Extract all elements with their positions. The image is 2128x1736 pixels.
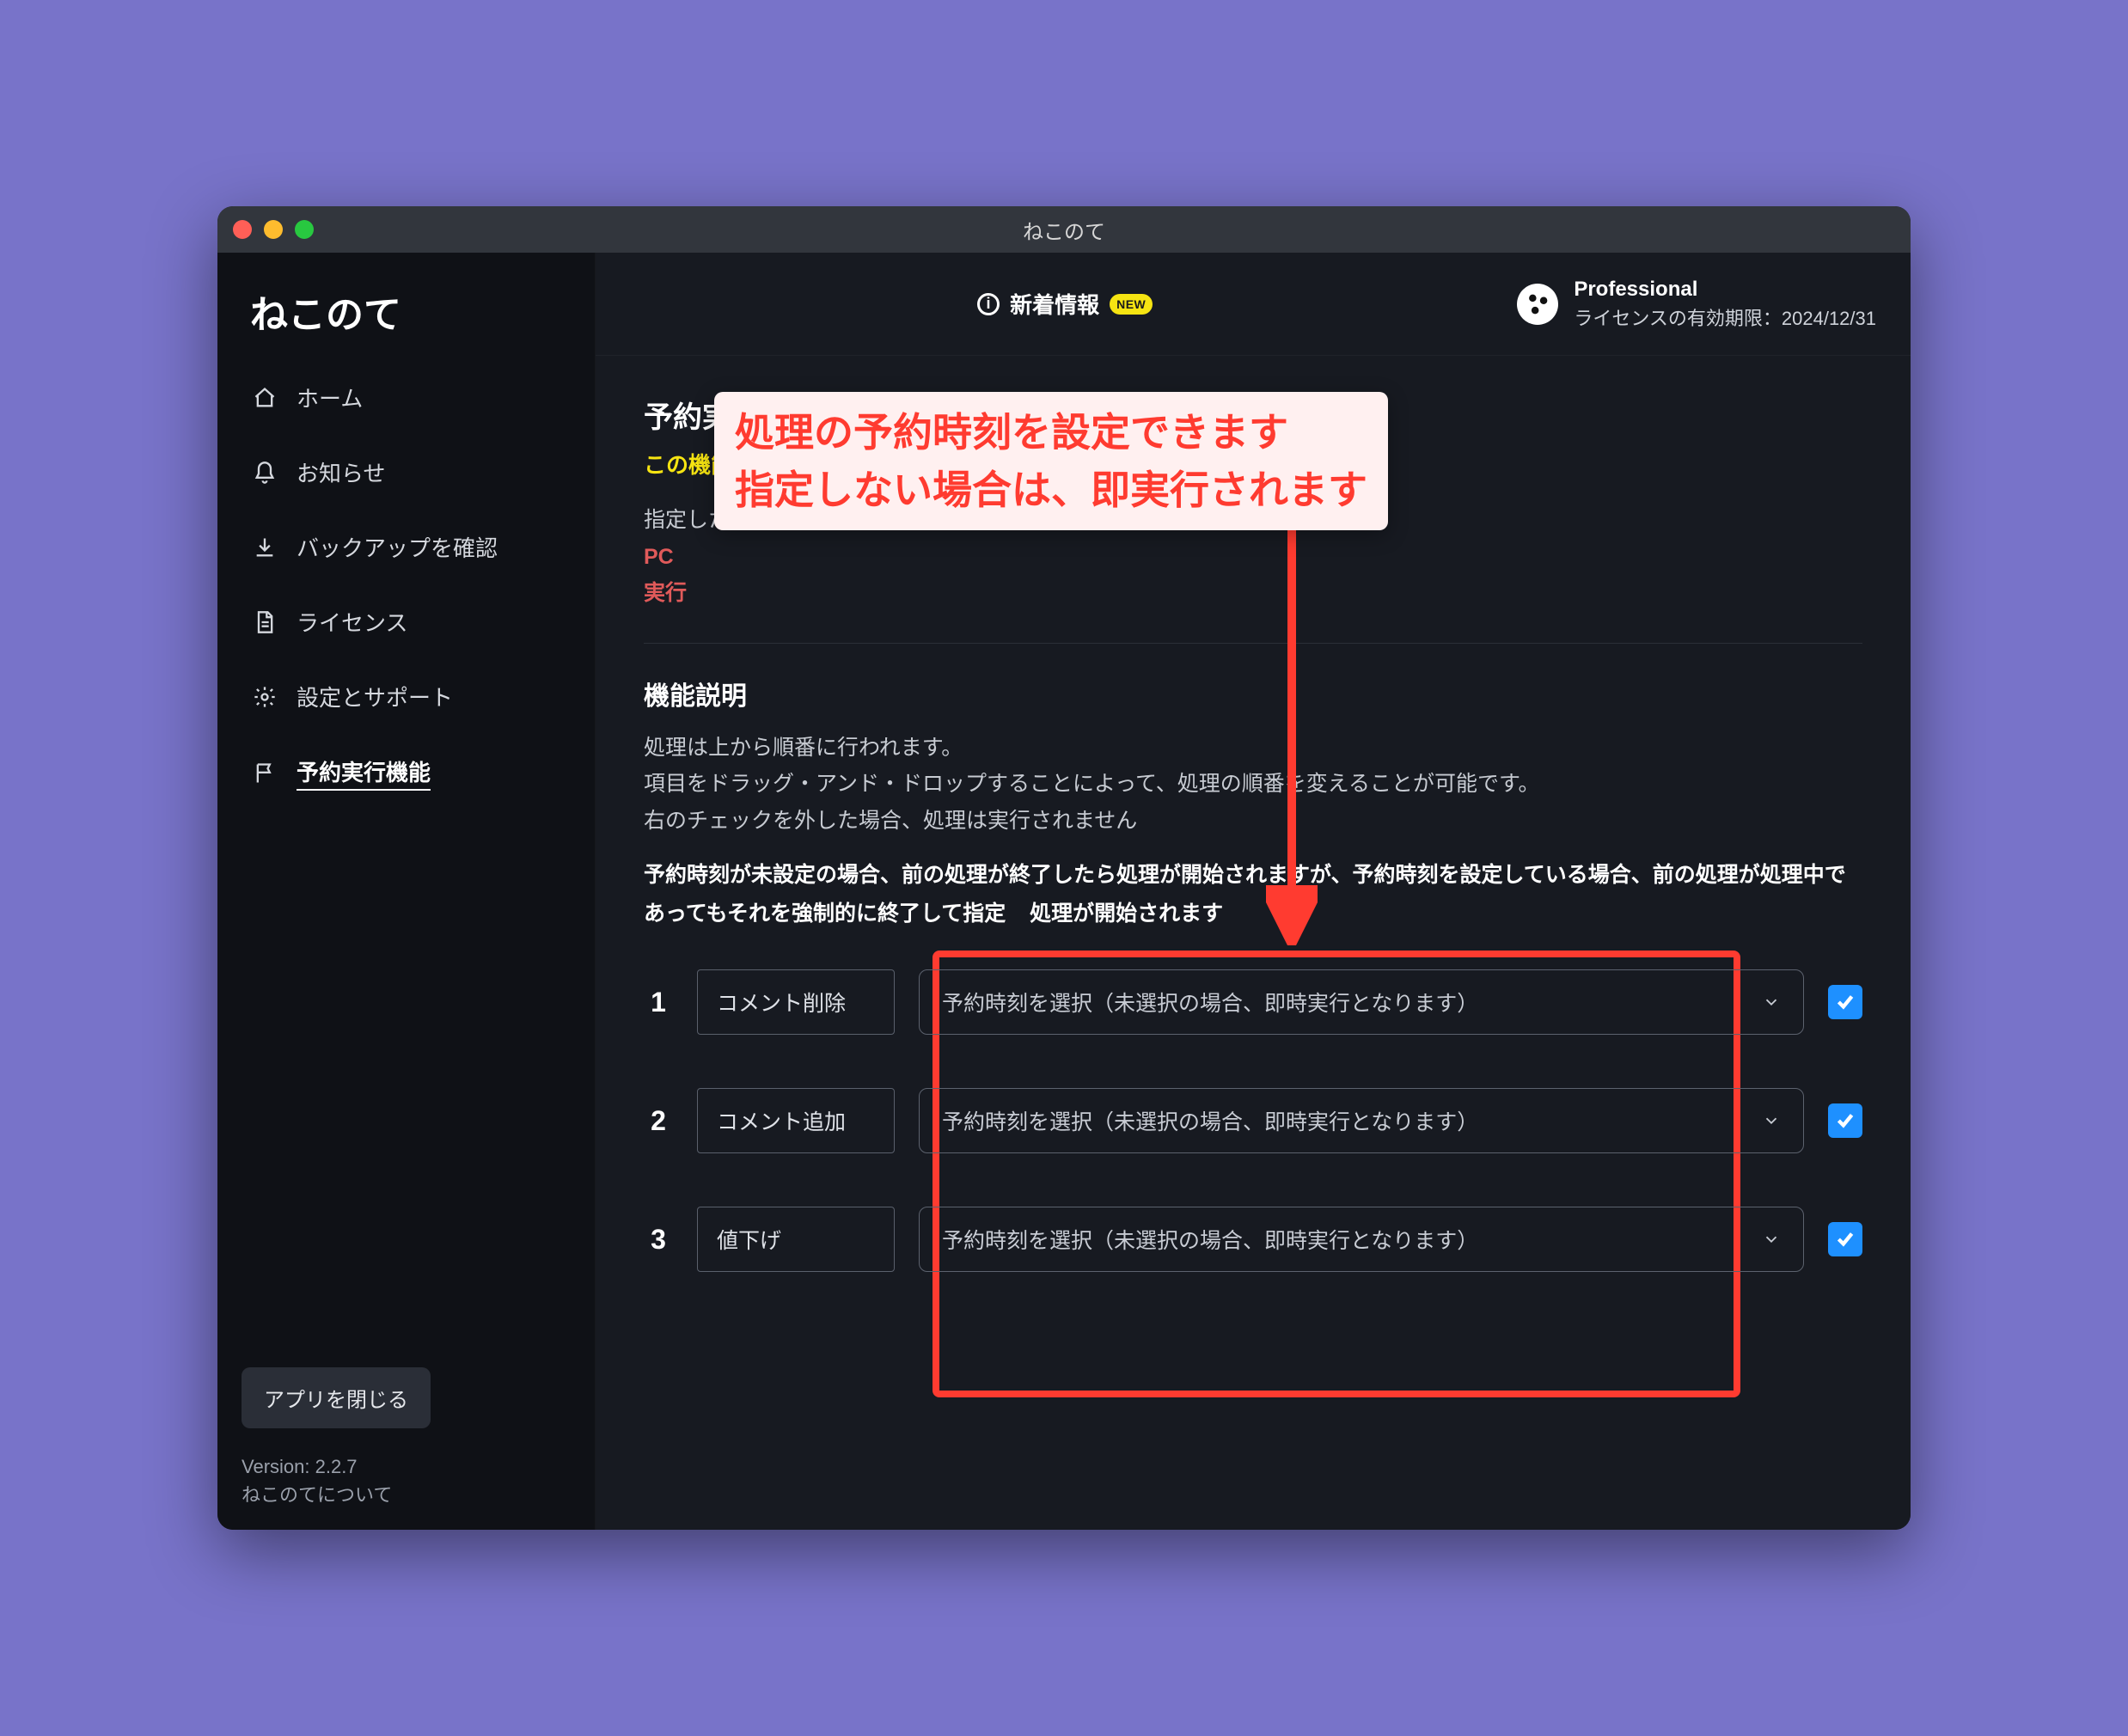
sidebar-item-home[interactable]: ホーム xyxy=(242,373,571,422)
enable-checkbox[interactable] xyxy=(1828,1103,1862,1138)
app-window: ねこのて ねこのて ホーム お知らせ xyxy=(217,206,1911,1530)
topbar: i 新着情報 NEW Professional ライセンスの有効期限：2024/… xyxy=(596,253,1911,356)
sidebar-item-label: バックアップを確認 xyxy=(297,531,498,563)
sidebar: ねこのて ホーム お知らせ xyxy=(217,253,596,1530)
check-icon xyxy=(1834,1228,1856,1250)
desc-title: 機能説明 xyxy=(644,675,1862,712)
chevron-down-icon xyxy=(1762,993,1781,1012)
desc-line3: 右のチェックを外した場合、処理は実行されません xyxy=(644,803,1862,840)
annotation-callout: 処理の予約時刻を設定できます 指定しない場合は、即実行されます xyxy=(714,392,1388,530)
task-label: コメント追加 xyxy=(717,1105,846,1136)
schedule-time-select[interactable]: 予約時刻を選択（未選択の場合、即時実行となります） xyxy=(919,969,1804,1035)
check-icon xyxy=(1834,1109,1856,1132)
license-expiry: ライセンスの有効期限：2024/12/31 xyxy=(1574,305,1876,333)
select-placeholder: 予約時刻を選択（未選択の場合、即時実行となります） xyxy=(942,1105,1478,1136)
sidebar-nav: ホーム お知らせ バックアップを確認 xyxy=(242,373,571,799)
desc-line2: 項目をドラッグ・アンド・ドロップすることによって、処理の順番を変えることが可能で… xyxy=(644,766,1862,803)
avatar-icon xyxy=(1517,284,1558,325)
desc-bold-tail: 処理が開始されます xyxy=(1030,902,1223,926)
document-icon xyxy=(252,609,278,635)
app-logo-text: ねこのて xyxy=(250,284,562,339)
info-icon: i xyxy=(977,293,1000,315)
row-number: 2 xyxy=(644,1105,673,1137)
window-titlebar: ねこのて xyxy=(217,206,1911,253)
news-button[interactable]: i 新着情報 NEW xyxy=(630,288,1500,320)
gear-icon xyxy=(252,684,278,710)
sidebar-item-label: ホーム xyxy=(297,382,363,413)
about-link[interactable]: ねこのてについて xyxy=(242,1481,571,1509)
home-icon xyxy=(252,385,278,411)
pc-warning-line: PC xyxy=(644,539,1862,576)
flag-icon xyxy=(252,761,278,786)
select-placeholder: 予約時刻を選択（未選択の場合、即時実行となります） xyxy=(942,1224,1478,1255)
sidebar-item-settings[interactable]: 設定とサポート xyxy=(242,672,571,721)
new-badge: NEW xyxy=(1110,294,1153,315)
sidebar-item-label: 設定とサポート xyxy=(297,681,453,712)
task-rows: 1 コメント削除 予約時刻を選択（未選択の場合、即時実行となります） xyxy=(644,969,1862,1272)
sidebar-item-label: ライセンス xyxy=(297,606,407,638)
check-icon xyxy=(1834,991,1856,1013)
sidebar-item-scheduler[interactable]: 予約実行機能 xyxy=(242,747,571,799)
task-row[interactable]: 2 コメント追加 予約時刻を選択（未選択の場合、即時実行となります） xyxy=(644,1088,1862,1153)
window-body: ねこのて ホーム お知らせ xyxy=(217,253,1911,1530)
main-area: i 新着情報 NEW Professional ライセンスの有効期限：2024/… xyxy=(596,253,1911,1530)
close-app-button[interactable]: アプリを閉じる xyxy=(242,1367,431,1428)
task-row[interactable]: 3 値下げ 予約時刻を選択（未選択の場合、即時実行となります） xyxy=(644,1207,1862,1272)
row-number: 1 xyxy=(644,987,673,1018)
chevron-down-icon xyxy=(1762,1230,1781,1249)
window-title: ねこのて xyxy=(217,215,1911,245)
download-icon xyxy=(252,535,278,560)
exec-warning-line: 実行 xyxy=(644,575,1862,612)
content-scroll[interactable]: 予約実行機能 この機能 処理の予約時刻を設定できます 指定しない場合は、即実行さ… xyxy=(596,356,1911,1530)
row-number: 3 xyxy=(644,1224,673,1256)
enable-checkbox[interactable] xyxy=(1828,985,1862,1019)
task-label: 値下げ xyxy=(717,1224,781,1255)
annotation-line1: 処理の予約時刻を設定できます xyxy=(735,404,1367,462)
news-label: 新着情報 xyxy=(1010,288,1099,320)
schedule-time-select[interactable]: 予約時刻を選択（未選択の場合、即時実行となります） xyxy=(919,1088,1804,1153)
task-label-box[interactable]: 値下げ xyxy=(697,1207,895,1272)
enable-checkbox[interactable] xyxy=(1828,1222,1862,1256)
select-placeholder: 予約時刻を選択（未選択の場合、即時実行となります） xyxy=(942,987,1478,1018)
desc-bold: 予約時刻が未設定の場合、前の処理が終了したら処理が開始されますが、予約時刻を設定… xyxy=(644,863,1846,926)
account-area[interactable]: Professional ライセンスの有効期限：2024/12/31 xyxy=(1517,275,1876,333)
sidebar-footer: アプリを閉じる Version: 2.2.7 ねこのてについて xyxy=(242,1367,571,1509)
desc-line1: 処理は上から順番に行われます。 xyxy=(644,730,1862,767)
license-info: Professional ライセンスの有効期限：2024/12/31 xyxy=(1574,275,1876,333)
schedule-time-select[interactable]: 予約時刻を選択（未選択の場合、即時実行となります） xyxy=(919,1207,1804,1272)
task-label-box[interactable]: コメント削除 xyxy=(697,969,895,1035)
version-label: Version: 2.2.7 xyxy=(242,1452,571,1481)
chevron-down-icon xyxy=(1762,1111,1781,1130)
plan-name: Professional xyxy=(1574,275,1876,305)
sidebar-item-license[interactable]: ライセンス xyxy=(242,597,571,646)
divider xyxy=(644,643,1862,644)
sidebar-item-label: 予約実行機能 xyxy=(297,755,431,791)
task-row[interactable]: 1 コメント削除 予約時刻を選択（未選択の場合、即時実行となります） xyxy=(644,969,1862,1035)
sidebar-item-notifications[interactable]: お知らせ xyxy=(242,448,571,497)
sidebar-item-backup[interactable]: バックアップを確認 xyxy=(242,523,571,572)
task-label-box[interactable]: コメント追加 xyxy=(697,1088,895,1153)
task-label: コメント削除 xyxy=(717,987,846,1018)
sidebar-item-label: お知らせ xyxy=(297,456,385,488)
annotation-line2: 指定しない場合は、即実行されます xyxy=(735,462,1367,519)
bell-icon xyxy=(252,460,278,486)
